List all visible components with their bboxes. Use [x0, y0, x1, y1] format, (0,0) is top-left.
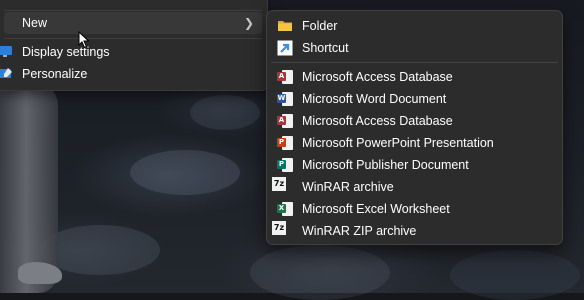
access-icon: A	[277, 113, 293, 129]
access-icon: A	[277, 69, 293, 85]
desktop-context-menu: New ❯ Display settings Personalize	[0, 0, 268, 91]
personalize-icon	[0, 68, 12, 78]
menu-item-display-settings[interactable]: Display settings	[0, 41, 262, 63]
menu-item-personalize-label: Personalize	[22, 67, 88, 81]
submenu-item-folder-label: Folder	[302, 19, 338, 33]
submenu-item-powerpoint-presentation[interactable]: P Microsoft PowerPoint Presentation	[271, 132, 558, 154]
winrar-zip-icon: 7z	[272, 221, 286, 235]
submenu-item-winrar-zip-archive[interactable]: 7z WinRAR ZIP archive	[271, 220, 558, 242]
menu-item-display-settings-label: Display settings	[22, 45, 110, 59]
submenu-item-powerpoint-presentation-label: Microsoft PowerPoint Presentation	[302, 136, 494, 150]
wallpaper-figure	[0, 80, 58, 293]
chevron-right-icon: ❯	[243, 16, 254, 30]
submenu-item-access-database-2[interactable]: A Microsoft Access Database	[271, 110, 558, 132]
publisher-icon: P	[277, 157, 293, 173]
mouse-cursor-icon	[78, 31, 90, 49]
winrar-icon: 7z	[272, 177, 286, 191]
menu-item-new-label: New	[22, 16, 48, 30]
menu-item-personalize[interactable]: Personalize	[0, 63, 262, 85]
submenu-item-access-database-2-label: Microsoft Access Database	[302, 114, 453, 128]
excel-icon: X	[277, 201, 293, 217]
submenu-item-word-document-label: Microsoft Word Document	[302, 92, 447, 106]
submenu-separator	[271, 62, 558, 63]
submenu-item-word-document[interactable]: W Microsoft Word Document	[271, 88, 558, 110]
submenu-item-winrar-archive-label: WinRAR archive	[302, 180, 394, 194]
submenu-item-winrar-archive[interactable]: 7z WinRAR archive	[271, 176, 558, 198]
menu-item-new[interactable]: New ❯	[4, 12, 262, 34]
powerpoint-icon: P	[277, 135, 293, 151]
folder-icon	[278, 21, 292, 31]
menu-separator	[4, 10, 262, 11]
menu-separator	[4, 38, 262, 39]
display-icon	[0, 46, 12, 57]
new-submenu: Folder Shortcut A Microsoft Access Datab…	[266, 10, 563, 245]
submenu-item-publisher-document-label: Microsoft Publisher Document	[302, 158, 469, 172]
shortcut-icon	[277, 40, 293, 56]
submenu-item-excel-worksheet[interactable]: X Microsoft Excel Worksheet	[271, 198, 558, 220]
submenu-item-shortcut-label: Shortcut	[302, 41, 349, 55]
word-icon: W	[277, 91, 293, 107]
submenu-item-access-database-label: Microsoft Access Database	[302, 70, 453, 84]
submenu-item-excel-worksheet-label: Microsoft Excel Worksheet	[302, 202, 450, 216]
submenu-item-access-database[interactable]: A Microsoft Access Database	[271, 66, 558, 88]
submenu-item-shortcut[interactable]: Shortcut	[271, 37, 558, 59]
submenu-item-winrar-zip-archive-label: WinRAR ZIP archive	[302, 224, 417, 238]
submenu-item-folder[interactable]: Folder	[271, 15, 558, 37]
submenu-item-publisher-document[interactable]: P Microsoft Publisher Document	[271, 154, 558, 176]
